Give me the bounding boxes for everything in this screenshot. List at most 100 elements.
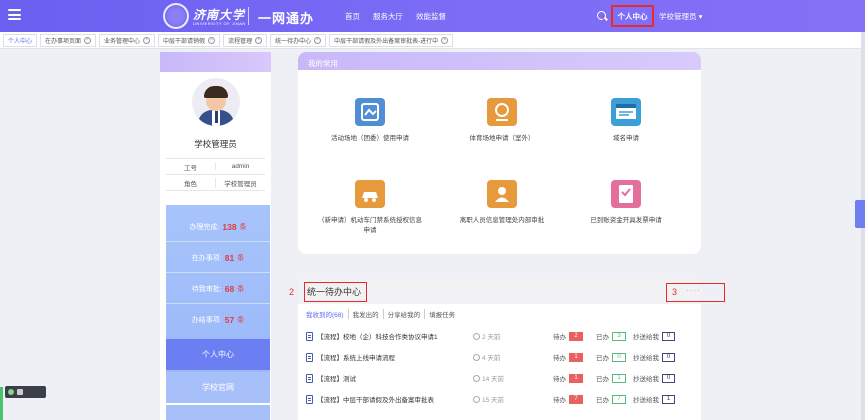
task-row[interactable]: 【流程】测试 14 天前 待办 1 已办 1 抄送给我 0: [306, 369, 696, 387]
sidebar-item-personal-center[interactable]: 个人中心: [166, 339, 270, 370]
pending-count: 1: [569, 373, 583, 383]
info-value: 学校管理员: [215, 177, 265, 188]
done-count: 1: [612, 373, 626, 383]
tab-leave-request[interactable]: 中层干部请销假 ×: [158, 33, 221, 47]
close-icon[interactable]: ×: [255, 36, 263, 44]
cc-count: 0: [662, 352, 675, 362]
done-count: 3: [612, 331, 626, 341]
clock-icon: [473, 374, 480, 382]
favorites-card: 我的常用 活动场地（团委）使用申请 体育场地申请（室外） 域名申请 （新申请）机…: [298, 52, 701, 254]
close-icon[interactable]: ×: [441, 36, 449, 44]
task-title[interactable]: 【流程】校地（企）科技合作类协议申请1: [317, 331, 473, 341]
personal-center-button[interactable]: 个人中心: [611, 5, 654, 27]
sidebar-item-more[interactable]: [166, 405, 270, 420]
done-count: 0: [612, 352, 626, 362]
more-button[interactable]: ····: [686, 286, 701, 295]
profile-panel: 学校管理员 工号 admin 角色 学校管理员 办理完成: 138 条 在办事项: 81 条…: [160, 52, 271, 420]
stat-in-progress[interactable]: 在办事项: 81 条: [166, 243, 270, 273]
todo-subtabs: 我收到的(68) 我发出的 分享给我的 填报任务: [306, 309, 459, 319]
info-row-id: 工号 admin: [166, 159, 265, 175]
done-label: 已办: [596, 355, 609, 362]
task-title[interactable]: 【流程】中层干部请假及外出备案审批表: [317, 394, 473, 404]
task-title[interactable]: 【流程】测试: [317, 373, 473, 383]
university-seal-logo: [163, 3, 189, 29]
tab-label: 个人中心: [8, 38, 33, 45]
clock-icon: [473, 332, 480, 340]
favorite-venue-application[interactable]: 活动场地（团委）使用申请: [315, 98, 425, 144]
close-icon[interactable]: ×: [208, 36, 216, 44]
document-icon: [306, 394, 313, 404]
stat-value: 68: [224, 283, 235, 294]
stat-label: 待我审批:: [191, 285, 222, 293]
top-navigation-bar: 济南大学 UNIVERSITY OF JINAN 一网通办 首页 服务大厅 效能…: [0, 0, 865, 32]
favorite-domain-application[interactable]: 域名申请: [571, 98, 681, 144]
task-row[interactable]: 【流程】中层干部请假及外出备案审批表 15 天前 待办 7 已办 7 抄送给我 1: [306, 390, 696, 408]
favorite-vehicle-access[interactable]: （新申请）机动车门禁系统授权信息申请: [315, 180, 425, 236]
cc-count: 0: [662, 373, 675, 383]
header-divider: [248, 7, 249, 25]
stat-label: 在办事项:: [191, 254, 222, 262]
university-logo-subtext: UNIVERSITY OF JINAN: [193, 21, 246, 26]
avatar: [192, 78, 240, 126]
info-key: 工号: [184, 164, 197, 172]
stat-value: 138: [222, 221, 237, 232]
clock-icon: [473, 353, 480, 361]
tab-business-center[interactable]: 业务管理中心 ×: [99, 33, 156, 47]
task-row[interactable]: 【流程】校地（企）科技合作类协议申请1 2 天前 待办 2 已办 3 抄送给我 0: [306, 327, 696, 345]
floating-toolbar[interactable]: [5, 386, 46, 398]
favorite-sports-field[interactable]: 体育场地申请（室外）: [447, 98, 557, 144]
annotation-number: 1: [602, 16, 606, 22]
side-float-button[interactable]: [855, 200, 865, 228]
pending-label: 待办: [553, 355, 566, 362]
tab-in-progress[interactable]: 在办事项页面 ×: [40, 33, 97, 47]
nav-supervision[interactable]: 效能监督: [416, 11, 446, 22]
tab-process-management[interactable]: 流程管理 ×: [223, 33, 268, 47]
stat-closed[interactable]: 办结事项: 57 条: [166, 305, 270, 335]
stat-unit: 条: [237, 254, 245, 262]
subtab-shared[interactable]: 分享给我的: [382, 309, 425, 319]
cc-label: 抄送给我: [633, 355, 659, 362]
user-info-table: 工号 admin 角色 学校管理员: [166, 158, 265, 191]
tab-leave-approval-form[interactable]: 中层干部请假及外出备案审批表-进行中 ×: [329, 33, 454, 47]
nav-home[interactable]: 首页: [345, 11, 360, 22]
tab-label: 中层干部请假及外出备案审批表-进行中: [334, 38, 439, 45]
favorite-invoice-application[interactable]: 已到账资金开具发票申请: [571, 180, 681, 226]
task-time-text: 15 天前: [482, 397, 505, 404]
favorite-resignation-approval[interactable]: 离职人员信息管理处内部审批: [447, 180, 557, 226]
status-dot-icon: [8, 389, 14, 395]
close-icon[interactable]: ×: [84, 36, 92, 44]
close-icon[interactable]: ×: [143, 36, 151, 44]
close-icon[interactable]: ×: [314, 36, 322, 44]
document-icon: [306, 352, 313, 362]
cc-label: 抄送给我: [633, 376, 659, 383]
subtab-sent[interactable]: 我发出的: [347, 309, 383, 319]
pending-label: 待办: [553, 376, 566, 383]
favorites-title: 我的常用: [308, 59, 338, 68]
done-label: 已办: [596, 397, 609, 404]
tab-label: 中层干部请销假: [163, 38, 206, 45]
pending-count: 2: [569, 331, 583, 341]
user-name: 学校管理员: [194, 139, 237, 149]
subtab-received[interactable]: 我收到的(68): [306, 309, 348, 319]
domain-icon: [611, 98, 641, 126]
tab-label: 流程管理: [228, 38, 253, 45]
done-count: 7: [612, 394, 626, 404]
subtab-fill-tasks[interactable]: 填报任务: [424, 309, 459, 319]
task-row[interactable]: 【流程】系统上线申请流程 4 天前 待办 1 已办 0 抄送给我 0: [306, 348, 696, 366]
cc-label: 抄送给我: [633, 334, 659, 341]
task-title[interactable]: 【流程】系统上线申请流程: [317, 352, 473, 362]
main-nav: 首页 服务大厅 效能监督: [345, 11, 446, 22]
tab-unified-todo[interactable]: 统一待办中心 ×: [270, 33, 327, 47]
nav-service-hall[interactable]: 服务大厅: [373, 11, 403, 22]
stat-completed[interactable]: 办理完成: 138 条: [166, 212, 270, 242]
user-menu-dropdown[interactable]: 学校管理员 ▾: [659, 11, 702, 22]
task-time: 15 天前: [473, 394, 553, 404]
favorite-label: 活动场地（团委）使用申请: [331, 135, 409, 142]
stat-awaiting-approval[interactable]: 待我审批: 68 条: [166, 274, 270, 304]
hamburger-menu-icon[interactable]: [8, 9, 21, 20]
sidebar-item-school-website[interactable]: 学校官网: [166, 372, 270, 403]
tab-personal-center[interactable]: 个人中心: [3, 33, 38, 47]
tab-label: 业务管理中心: [104, 38, 141, 45]
tab-label: 在办事项页面: [45, 38, 82, 45]
avatar-hair: [204, 86, 228, 98]
